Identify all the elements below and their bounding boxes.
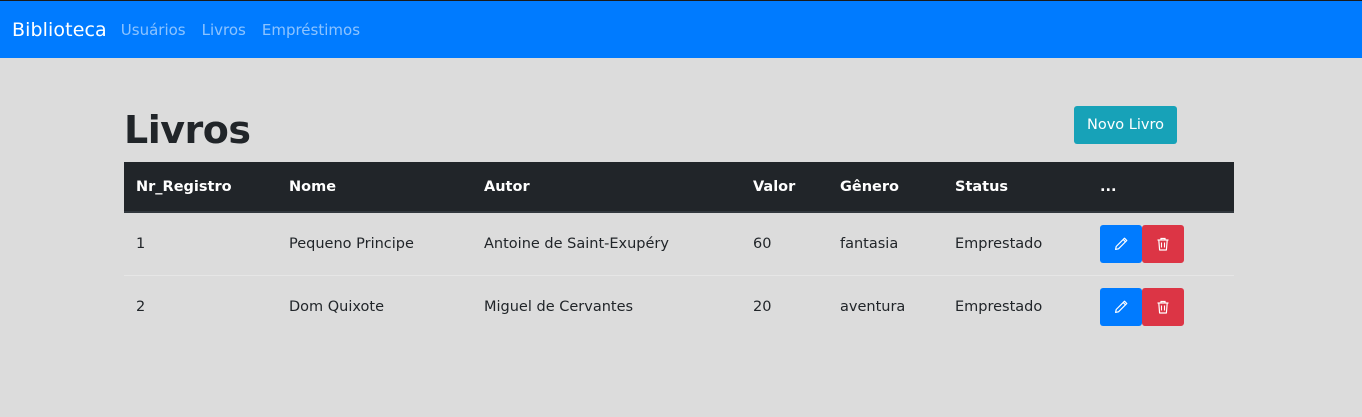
column-header-actions: ...: [1088, 162, 1234, 213]
column-header-status: Status: [943, 162, 1088, 213]
cell-valor: 60: [753, 235, 772, 252]
nav-link-emprestimos[interactable]: Empréstimos: [262, 21, 360, 39]
cell-autor: Antoine de Saint-Exupéry: [484, 235, 669, 252]
edit-button[interactable]: [1100, 224, 1142, 263]
cell-genero: aventura: [840, 298, 906, 315]
navbar: Biblioteca Usuários Livros Empréstimos: [0, 0, 1362, 58]
delete-button[interactable]: [1142, 287, 1184, 326]
page-title: Livros: [124, 108, 251, 152]
column-header-autor: Autor: [472, 162, 741, 213]
column-header-nr-registro: Nr_Registro: [124, 162, 277, 213]
table-body: 1 Pequeno Principe Antoine de Saint-Exup…: [124, 212, 1234, 338]
column-header-nome: Nome: [277, 162, 472, 213]
table-header-row: Nr_Registro Nome Autor Valor Gênero Stat…: [124, 162, 1234, 213]
nav-link-usuarios[interactable]: Usuários: [121, 21, 186, 39]
cell-autor: Miguel de Cervantes: [484, 298, 634, 315]
table-header: Nr_Registro Nome Autor Valor Gênero Stat…: [124, 162, 1234, 213]
column-header-valor: Valor: [741, 162, 828, 213]
new-book-button[interactable]: Novo Livro: [1074, 106, 1177, 144]
cell-status: Emprestado: [955, 235, 1043, 252]
cell-actions: [1088, 212, 1234, 275]
cell-nome: Dom Quixote: [289, 298, 385, 315]
cell-valor: 20: [753, 298, 772, 315]
nav-link-livros[interactable]: Livros: [202, 21, 246, 39]
cell-genero: fantasia: [840, 235, 899, 252]
table-row: 1 Pequeno Principe Antoine de Saint-Exup…: [124, 212, 1234, 275]
cell-nome: Pequeno Principe: [289, 235, 414, 252]
pencil-icon: [1115, 237, 1128, 250]
cell-status: Emprestado: [955, 298, 1043, 315]
pencil-icon: [1115, 300, 1128, 313]
navbar-brand[interactable]: Biblioteca: [12, 19, 107, 41]
column-header-genero: Gênero: [828, 162, 943, 213]
delete-button[interactable]: [1142, 224, 1184, 263]
cell-nr-registro: 1: [136, 235, 146, 252]
trash-icon: [1157, 237, 1169, 251]
edit-button[interactable]: [1100, 287, 1142, 326]
books-table: Nr_Registro Nome Autor Valor Gênero Stat…: [124, 162, 1234, 338]
cell-nr-registro: 2: [136, 298, 146, 315]
table-row: 2 Dom Quixote Miguel de Cervantes 20 ave…: [124, 275, 1234, 338]
row-actions: [1100, 224, 1222, 263]
row-actions: [1100, 287, 1222, 326]
cell-actions: [1088, 275, 1234, 338]
trash-icon: [1157, 300, 1169, 314]
